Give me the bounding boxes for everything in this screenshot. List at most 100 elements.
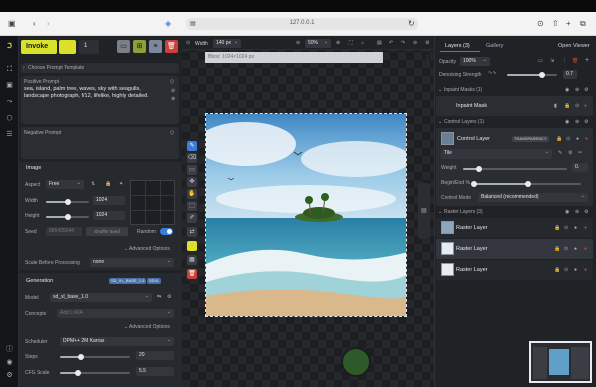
end-handle[interactable] <box>524 181 531 187</box>
zoom-in-icon[interactable]: ⊕ <box>336 40 340 46</box>
raster-delete-icon-3[interactable]: ● <box>584 267 587 273</box>
weight-slider-handle[interactable] <box>475 166 482 172</box>
forward-icon[interactable]: › <box>47 19 50 29</box>
staging-icon[interactable]: ▦ <box>187 255 197 265</box>
raster-dot-icon-3[interactable]: ● <box>574 267 577 273</box>
raster-dot-icon-2[interactable]: ● <box>574 246 577 252</box>
optimal-size-icon[interactable]: ✦ <box>119 181 123 187</box>
queue-tab-icon[interactable]: ☰ <box>5 130 14 139</box>
control-dot-icon[interactable]: ● <box>576 136 579 142</box>
opacity-input[interactable]: 100% <box>460 56 490 66</box>
move-tool-icon[interactable]: ✥ <box>187 177 197 187</box>
width-slider-handle[interactable] <box>64 199 71 205</box>
inpaint-mask-row[interactable]: Inpaint Mask ▮ 🔒 ⊙ ● <box>436 96 593 116</box>
negative-prompt-box[interactable]: Negative Prompt ⟨⟩ <box>21 127 179 159</box>
weight-slider[interactable] <box>463 166 567 172</box>
control-delete-icon[interactable]: ● <box>585 136 588 142</box>
address-bar[interactable]: 127.0.0.1 <box>186 18 418 30</box>
concepts-select[interactable]: Add LoRA <box>57 308 174 318</box>
control-layer-thumbnail[interactable] <box>441 132 454 145</box>
prompt-template-select[interactable]: › Choose Prompt Template <box>21 63 179 73</box>
model-settings-icon[interactable]: ⚙ <box>167 294 171 300</box>
plus-icon[interactable]: + <box>585 57 589 64</box>
raster-layer-row-3[interactable]: Raster Layer 🔒 ⊙ ● ● <box>436 260 593 280</box>
denoise-input[interactable]: 0.7 <box>563 70 577 79</box>
delete-layer-icon[interactable]: 🗑 <box>572 58 578 64</box>
minimap[interactable] <box>529 341 592 383</box>
undo-icon[interactable]: ↶ <box>389 40 393 46</box>
steps-slider[interactable] <box>60 354 130 360</box>
raster-visibility-icon[interactable]: ◉ <box>565 209 569 215</box>
image-advanced-options[interactable]: Advanced Options <box>129 246 170 252</box>
mask-delete-icon[interactable]: ● <box>584 103 587 109</box>
back-icon[interactable]: ‹ <box>33 19 36 29</box>
prompt-expand-icon[interactable]: ⊕ <box>171 96 175 102</box>
mask-bookmark-icon[interactable]: ▮ <box>554 103 557 109</box>
raster-lock-icon-2[interactable]: 🔒 <box>554 246 560 252</box>
models-tab-icon[interactable]: ⬡ <box>5 114 14 123</box>
steps-input[interactable]: 20 <box>136 351 174 360</box>
generation-advanced-options[interactable]: Advanced Options <box>129 324 170 330</box>
share-icon[interactable]: ⇧ <box>552 19 559 29</box>
raster-layers-header[interactable]: Raster Layers (3) <box>444 209 483 215</box>
denoise-slider-handle[interactable] <box>539 72 545 78</box>
bbox-tool-icon[interactable]: ⬚ <box>187 201 197 211</box>
steps-slider-handle[interactable] <box>78 354 84 360</box>
info-icon[interactable]: ⓘ <box>5 345 14 354</box>
inpaint-masks-header[interactable]: Inpaint Masks (1) <box>444 87 482 93</box>
add-layer-icon[interactable]: ▭ <box>538 58 543 64</box>
scale-before-select[interactable]: none <box>90 257 174 267</box>
reset-view-icon[interactable]: ⌂ <box>361 40 364 46</box>
canvas-tab-icon[interactable]: ⛶ <box>5 65 14 74</box>
random-seed-toggle[interactable] <box>160 228 173 235</box>
raster-lock-icon-1[interactable]: 🔒 <box>554 225 560 231</box>
control-settings-icon[interactable]: ⚙ <box>584 119 588 125</box>
begin-end-slider[interactable] <box>471 181 581 187</box>
sidebar-toggle-icon[interactable]: ▣ <box>8 19 16 29</box>
code-icon[interactable]: ⟨⟩ <box>170 79 174 85</box>
control-eye-icon[interactable]: ⊙ <box>566 136 570 142</box>
queue-count-field[interactable]: 1 <box>79 40 99 54</box>
zoom-out-icon[interactable]: ⊖ <box>296 40 300 46</box>
zoom-select[interactable]: 50% <box>305 38 331 48</box>
positive-prompt-box[interactable]: Positive Prompt sea, island, palm tree, … <box>21 76 179 124</box>
raster-eye-icon-3[interactable]: ⊙ <box>564 267 568 273</box>
tab-gallery[interactable]: Gallery <box>486 43 503 49</box>
control-visibility-icon[interactable]: ◉ <box>565 119 569 125</box>
swap-dimensions-icon[interactable]: ⇅ <box>91 181 95 187</box>
raster-layer-row-1[interactable]: Raster Layer 🔒 ⊙ ● ● <box>436 218 593 238</box>
model-link-icon[interactable]: ⇆ <box>157 294 161 300</box>
raster-settings-icon[interactable]: ⚙ <box>584 209 588 215</box>
control-mode-select[interactable]: Balanced (recommended) <box>478 192 588 202</box>
shuffle-seed-button[interactable]: Shuffle Seed <box>86 227 128 236</box>
control-collapse-icon[interactable]: ⌄ <box>438 119 442 125</box>
right-panel-collapse[interactable]: ▤ <box>418 183 430 239</box>
generated-image[interactable] <box>205 113 407 317</box>
save-canvas-icon[interactable]: ▤ <box>377 40 382 46</box>
workflows-tab-icon[interactable]: ⤳ <box>5 97 14 106</box>
inpaint-settings-icon[interactable]: ⚙ <box>584 87 588 93</box>
tab-layers[interactable]: Layers (3) <box>445 43 470 49</box>
delete-tool-icon[interactable]: 🗑 <box>187 269 197 279</box>
reload-icon[interactable]: ↻ <box>408 19 415 29</box>
mask-visible-icon[interactable]: ⊙ <box>575 103 579 109</box>
eraser-tool-icon[interactable]: ⌫ <box>187 153 197 163</box>
control-model-select[interactable]: Tile <box>441 148 552 159</box>
seed-input[interactable]: 885435044 <box>46 227 82 236</box>
open-viewer-button[interactable]: Open Viewer <box>558 43 590 49</box>
height-slider[interactable] <box>46 214 89 220</box>
raster-layer-row-2[interactable]: Raster Layer 🔒 ⊙ ● ● <box>436 239 593 259</box>
brush-color-swatch[interactable] <box>341 347 371 377</box>
generation-section-title[interactable]: Generation <box>26 278 53 284</box>
control-lock-icon[interactable]: 🔒 <box>556 136 562 142</box>
control-tools-icon[interactable]: ✂ <box>578 150 582 156</box>
rect-tool-icon[interactable]: ▭ <box>187 165 197 175</box>
begin-handle[interactable] <box>471 181 477 187</box>
positive-prompt-text[interactable]: sea, island, palm tree, waves, sky with … <box>24 86 162 100</box>
control-process-icon[interactable]: ⚙ <box>568 150 572 156</box>
layer-menu-icon[interactable]: ⋮ <box>562 58 567 64</box>
settings-icon[interactable]: ⚙ <box>5 371 14 380</box>
height-input[interactable]: 1024 <box>93 211 125 220</box>
upscale-tab-icon[interactable]: ▣ <box>5 81 14 90</box>
width-slider[interactable] <box>46 199 89 205</box>
